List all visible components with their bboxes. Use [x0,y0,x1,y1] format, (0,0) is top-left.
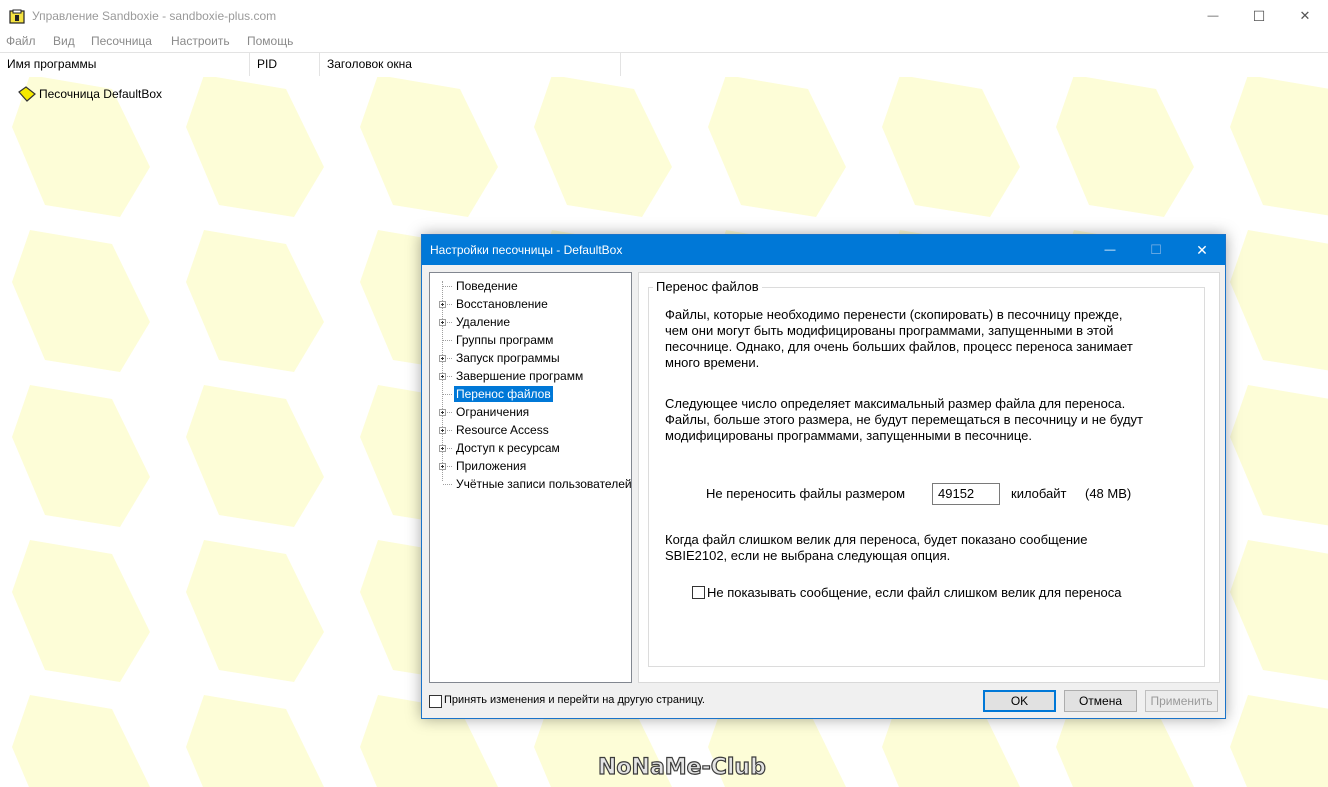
maximize-icon: ☐ [1150,242,1162,257]
tree-expand-icon[interactable] [439,427,446,434]
tree-item[interactable]: Поведение [454,278,520,294]
tree-item[interactable]: Resource Access [454,422,551,438]
para2-line3: модифицированы программами, запущенными … [665,428,1032,443]
para3-line1: Когда файл слишком велик для переноса, б… [665,532,1088,547]
menu-sandbox[interactable]: Песочница [91,34,152,48]
dialog-title: Настройки песочницы - DefaultBox [430,243,623,257]
para1-line2: чем они могут быть модифицированы програ… [665,323,1114,338]
suppress-message-checkbox[interactable] [692,586,705,599]
watermark: NoNaMe-Club [597,754,766,780]
tree-item[interactable]: Приложения [454,458,528,474]
tree-item[interactable]: Ограничения [454,404,531,420]
para1-line4: много времени. [665,355,760,370]
para3-line2: SBIE2102, если не выбрана следующая опци… [665,548,951,563]
dialog-maximize-button: ☐ [1133,235,1179,265]
column-window-title[interactable]: Заголовок окна [320,52,621,76]
para2-line1: Следующее число определяет максимальный … [665,396,1126,411]
menu-configure[interactable]: Настроить [171,34,230,48]
tree-expand-icon[interactable] [439,301,446,308]
dialog-minimize-button[interactable]: — [1087,235,1133,265]
tree-item[interactable]: Удаление [454,314,512,330]
sandbox-settings-dialog: Настройки песочницы - DefaultBox — ☐ ✕ П… [421,234,1226,719]
tree-expand-icon[interactable] [439,355,446,362]
close-button[interactable]: ✕ [1282,0,1328,32]
size-label: Не переносить файлы размером [706,486,906,501]
sandbox-icon [18,86,36,102]
dialog-close-button[interactable]: ✕ [1179,235,1225,265]
minimize-button[interactable]: — [1190,0,1236,32]
apply-button[interactable]: Применить [1145,690,1218,712]
suppress-message-label[interactable]: Не показывать сообщение, если файл слишк… [707,585,1122,601]
minimize-icon: — [1104,244,1116,256]
tree-item[interactable]: Учётные записи пользователей [454,476,634,492]
minimize-icon: — [1207,10,1219,22]
tree-expand-icon[interactable] [439,463,446,470]
group-title: Перенос файлов [653,279,762,294]
close-icon: ✕ [1196,241,1208,258]
tree-item[interactable]: Группы программ [454,332,555,348]
menu-file[interactable]: Файл [6,34,36,48]
settings-tree: Поведение Восстановление Удаление Группы пр… [429,272,632,683]
apply-and-go-label[interactable]: Принять изменения и перейти на другую ст… [444,694,705,706]
max-file-size-input[interactable]: 49152 [932,483,1000,505]
para1-line3: песочнице. Однако, для очень больших фай… [665,339,1133,354]
tree-guide-branch [443,340,452,341]
ok-button[interactable]: OK [983,690,1056,712]
size-mb: (48 MB) [1085,486,1132,501]
tree-guide-branch [443,394,452,395]
tree-item[interactable]: Запуск программы [454,350,562,366]
para1-line1: Файлы, которые необходимо перенести (ско… [665,307,1123,322]
close-icon: ✕ [1299,8,1311,23]
apply-and-go-checkbox[interactable] [429,695,442,708]
sandbox-row-defaultbox[interactable]: Песочница DefaultBox [39,87,162,101]
para2-line2: Файлы, больше этого размера, не будут пе… [665,412,1143,427]
column-program-name[interactable]: Имя программы [0,52,250,76]
cancel-button[interactable]: Отмена [1064,690,1137,712]
tree-expand-icon[interactable] [439,445,446,452]
menu-view[interactable]: Вид [53,34,75,48]
menu-help[interactable]: Помощь [247,34,293,48]
tree-expand-icon[interactable] [439,373,446,380]
tree-item[interactable]: Доступ к ресурсам [454,440,562,456]
size-unit: килобайт [1011,486,1067,501]
tree-item[interactable]: Восстановление [454,296,550,312]
maximize-button[interactable]: ☐ [1236,0,1282,32]
tree-expand-icon[interactable] [439,319,446,326]
sandboxie-app-icon [9,9,25,24]
tree-expand-icon[interactable] [439,409,446,416]
tree-item[interactable]: Перенос файлов [454,386,553,402]
tree-guide-branch [443,484,452,485]
maximize-icon: ☐ [1252,7,1266,24]
window-title: Управление Sandboxie - sandboxie-plus.co… [32,9,277,23]
column-pid[interactable]: PID [250,52,320,76]
tree-item[interactable]: Завершение программ [454,368,585,384]
tree-guide-branch [443,286,452,287]
